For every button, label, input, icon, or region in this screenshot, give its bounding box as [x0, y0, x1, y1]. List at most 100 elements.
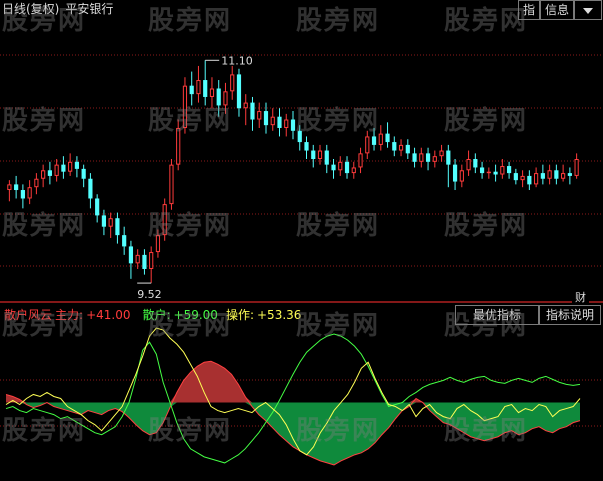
candle-body [432, 156, 437, 162]
indicator-explain-button[interactable]: 指标说明 [539, 305, 601, 325]
candle-body [74, 161, 79, 169]
candle-body [149, 252, 154, 269]
candle-body [81, 168, 86, 179]
candle-body [41, 170, 46, 179]
chart-title: 日线(复权) 平安银行 [2, 0, 119, 17]
candle-body [108, 218, 113, 227]
candle-body [297, 130, 302, 143]
best-indicator-button[interactable]: 最优指标 [455, 305, 539, 325]
candle-body [257, 111, 262, 120]
candle-body [101, 215, 107, 227]
indicator-name: 散户风云 [4, 308, 53, 322]
candle-body [527, 175, 532, 185]
candle-body [446, 150, 451, 165]
candle-body [365, 136, 370, 154]
candle-body [115, 218, 120, 236]
candle-body [122, 235, 127, 247]
candle-body [243, 102, 248, 109]
candle-body [378, 133, 383, 145]
dropdown-arrow-icon [583, 7, 593, 14]
candle-body [54, 164, 59, 176]
main-value: +41.00 [86, 308, 131, 322]
candle-body [574, 159, 579, 176]
candle-body [500, 166, 505, 175]
candle-body [34, 178, 39, 188]
indicator-header: 散户风云 主力: +41.00 散户: +59.00 操作: +53.36 [4, 306, 304, 323]
finance-button[interactable]: 财 [572, 289, 589, 305]
candle-body [47, 170, 52, 176]
candle-body [236, 74, 242, 109]
candle-body [392, 142, 397, 151]
candle-body [358, 153, 363, 168]
candle-body [459, 170, 464, 182]
main-label: 主力: [55, 308, 84, 322]
candle-body [176, 127, 181, 165]
candle-body [479, 167, 485, 174]
candle-body [61, 164, 66, 172]
candle-body [452, 164, 458, 182]
candle-body [466, 159, 471, 171]
candle-body [196, 80, 201, 95]
candle-body [223, 91, 228, 106]
period-mode-label[interactable]: 日线(复权) [2, 2, 59, 16]
candle-body [128, 246, 134, 264]
candle-body [88, 178, 93, 199]
candle-body [513, 173, 518, 181]
candle-body [331, 164, 336, 171]
candle-body [189, 85, 194, 95]
info-button[interactable]: 信息 [540, 0, 574, 20]
candle-body [473, 159, 478, 168]
candle-body [398, 144, 404, 151]
candle-body [284, 119, 289, 128]
candle-body [304, 142, 309, 151]
candle-body [547, 170, 552, 179]
indicator-button[interactable]: 指 [518, 0, 540, 20]
candle-body [554, 170, 559, 179]
candle-body [169, 164, 174, 205]
candle-body [277, 116, 282, 128]
candle-body [493, 171, 498, 175]
main-force-positive-area [6, 361, 580, 403]
candle-body [419, 153, 424, 162]
candle-body [162, 204, 167, 236]
candle-body [338, 161, 343, 171]
candle-body [209, 88, 215, 97]
candle-body [263, 111, 269, 126]
candle-body [216, 88, 221, 106]
candle-body [250, 102, 255, 120]
candle-body [203, 80, 208, 97]
candle-body [182, 85, 188, 128]
candle-body [351, 167, 356, 174]
retail-label: 散户: [142, 308, 171, 322]
candle-body [486, 171, 491, 174]
chart-canvas: 11.10 9.52 [0, 54, 603, 466]
high-price-label: 11.10 [221, 54, 253, 67]
candle-body [142, 254, 147, 269]
candle-body [324, 150, 329, 165]
candle-body [561, 173, 566, 179]
candle-body [290, 119, 296, 131]
candle-body [155, 235, 161, 253]
candle-body [540, 173, 545, 179]
candle-body [371, 136, 377, 145]
candle-body [68, 161, 73, 172]
candle-body [230, 74, 235, 92]
candle-body [344, 161, 350, 174]
candle-body [412, 153, 417, 162]
candle-body [317, 150, 323, 159]
candle-body [14, 184, 19, 191]
candle-body [439, 150, 444, 157]
retail-value: +59.00 [173, 308, 218, 322]
candle-body [385, 133, 390, 143]
operation-value: +53.36 [257, 308, 302, 322]
candle-body [520, 175, 525, 181]
dropdown-button[interactable] [574, 0, 602, 20]
operation-label: 操作: [225, 308, 254, 322]
candle-body [311, 150, 316, 159]
candle-body [567, 173, 572, 176]
low-price-label: 9.52 [137, 288, 162, 301]
candle-body [27, 187, 32, 199]
stock-name: 平安银行 [65, 2, 114, 16]
candle-body [95, 198, 100, 216]
candle-body [534, 173, 539, 185]
